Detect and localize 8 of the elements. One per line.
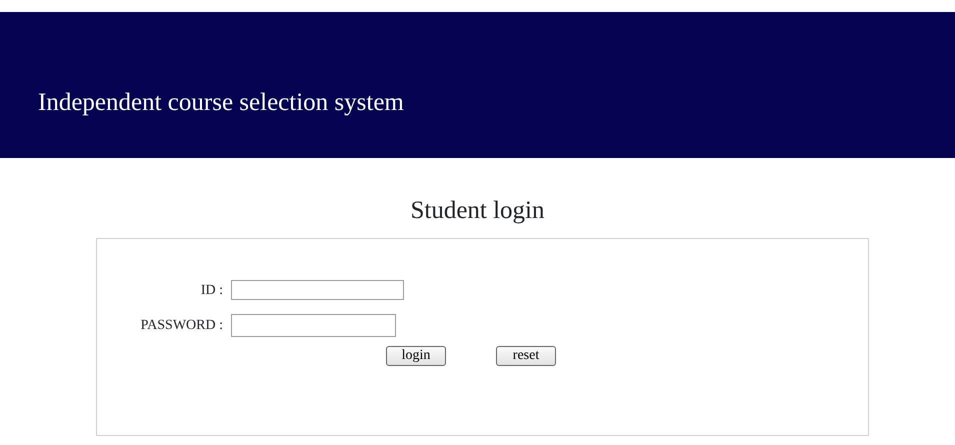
app-title: Independent course selection system [38,89,404,116]
reset-button[interactable]: reset [496,346,556,366]
field-label: PASSWORD : [140,316,224,334]
field-label: ID : [200,282,224,300]
page-heading: Student login [409,196,546,226]
password-field[interactable] [231,314,396,336]
login-button[interactable]: login [386,346,446,366]
id-field[interactable] [231,280,404,300]
